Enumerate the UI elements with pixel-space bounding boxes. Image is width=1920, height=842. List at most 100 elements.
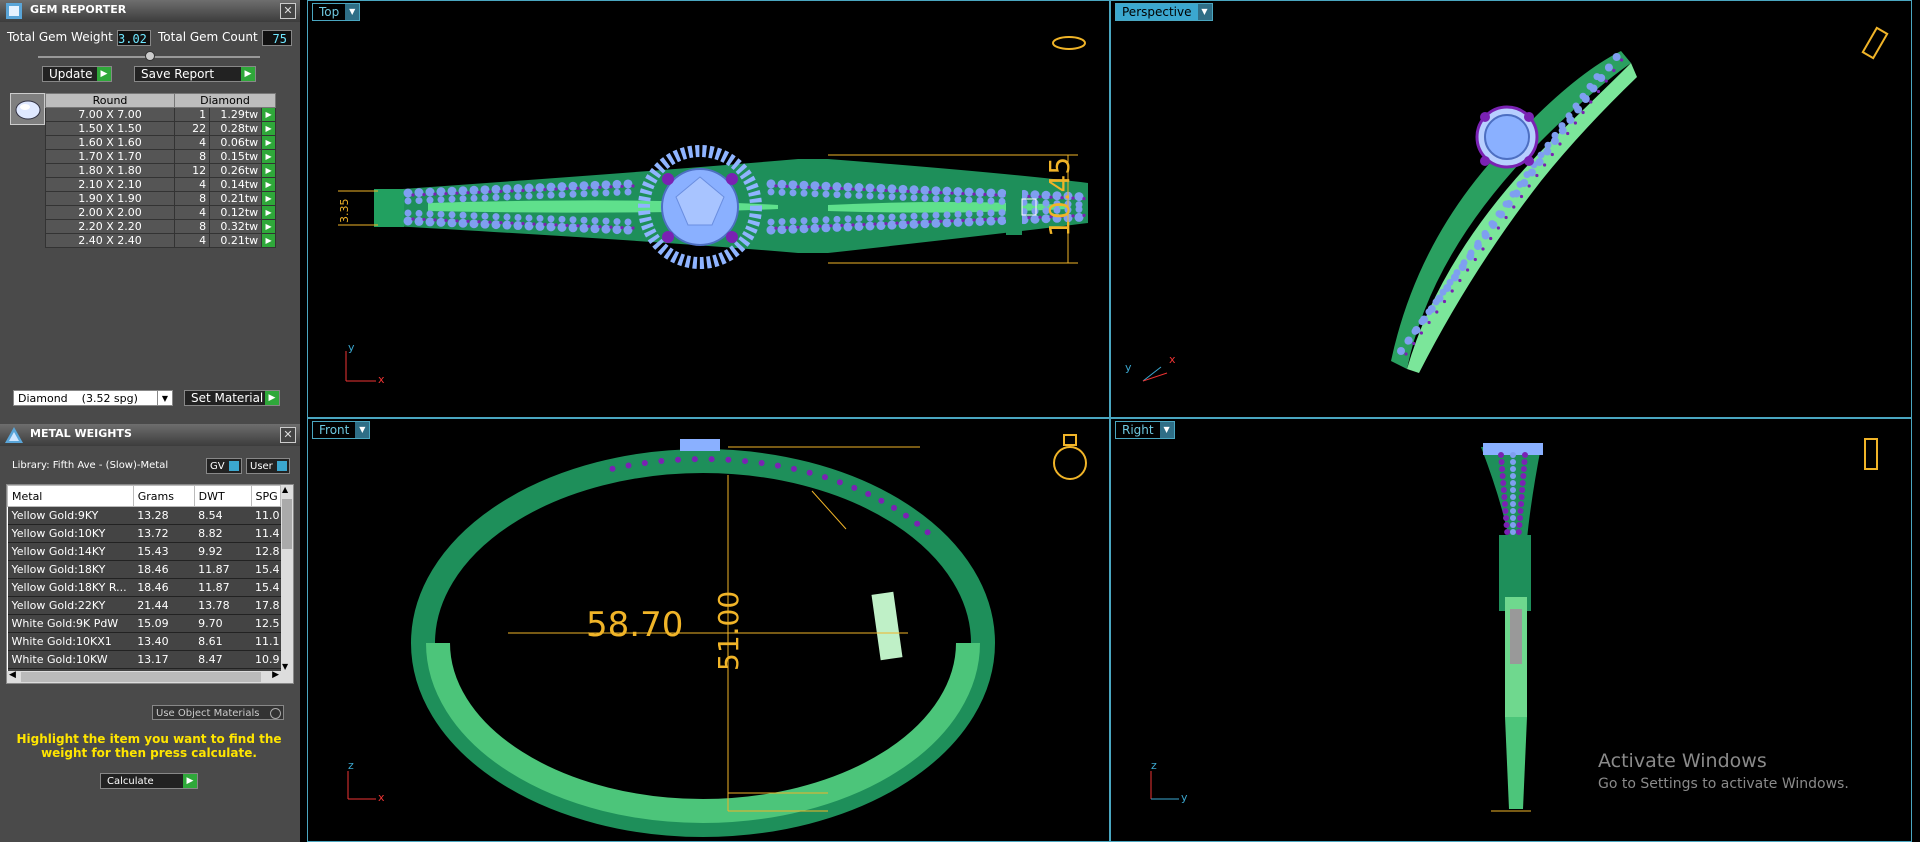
table-row[interactable]: 1.60 X 1.60 4 0.06tw ▶ <box>45 135 276 150</box>
gem-thumbnail[interactable] <box>10 93 45 125</box>
metal-grams: 15.09 <box>133 614 195 633</box>
play-icon[interactable]: ▶ <box>261 205 276 220</box>
viewport-right-label[interactable]: Right ▼ <box>1115 421 1175 439</box>
table-row[interactable]: Yellow Gold:10KY 13.72 8.82 11.4 <box>7 524 281 543</box>
col-dwt: DWT <box>193 485 252 507</box>
update-button-label: Update <box>49 67 93 81</box>
play-icon[interactable]: ▶ <box>261 219 276 234</box>
metal-dwt: 11.87 <box>194 578 251 597</box>
axis-z-label: z <box>348 759 354 772</box>
gem-size: 2.00 X 2.00 <box>45 205 175 220</box>
table-row[interactable]: White Gold:10KW 13.17 8.47 10.9 <box>7 650 281 669</box>
viewport-perspective-name: Perspective <box>1122 5 1192 19</box>
table-row[interactable]: Yellow Gold:18KY R... 18.46 11.87 15.4 <box>7 578 281 597</box>
play-icon[interactable]: ▶ <box>261 149 276 164</box>
gem-count: 1 <box>173 107 211 122</box>
table-row[interactable]: 2.20 X 2.20 8 0.32tw ▶ <box>45 219 276 234</box>
scroll-left-icon[interactable]: ◀ <box>9 670 16 680</box>
chevron-down-icon[interactable]: ▼ <box>355 422 370 438</box>
table-row[interactable]: 1.90 X 1.90 8 0.21tw ▶ <box>45 191 276 206</box>
scroll-up-icon[interactable]: ▲ <box>282 485 288 494</box>
metal-name: White Gold:10KW <box>7 650 134 669</box>
metal-grams: 18.46 <box>133 578 195 597</box>
table-row[interactable]: 7.00 X 7.00 1 1.29tw ▶ <box>45 107 276 122</box>
viewport-top-label[interactable]: Top ▼ <box>312 3 361 21</box>
play-icon[interactable]: ▶ <box>261 163 276 178</box>
axis-y-label: y <box>1125 361 1132 374</box>
gem-weight: 0.06tw <box>209 135 263 150</box>
total-gem-count-value: 75 <box>262 30 292 46</box>
table-row[interactable]: Yellow Gold:9KY 13.28 8.54 11.0 <box>7 506 281 525</box>
axis-z-label: z <box>1151 759 1157 772</box>
horizontal-scrollbar[interactable]: ◀ ▶ <box>7 670 293 683</box>
metal-weights-close-icon[interactable]: ✕ <box>280 427 296 443</box>
chevron-down-icon[interactable]: ▼ <box>1197 4 1212 20</box>
table-row[interactable]: 1.80 X 1.80 12 0.26tw ▶ <box>45 163 276 178</box>
use-object-materials-checkbox[interactable]: Use Object Materials <box>152 705 284 720</box>
play-icon[interactable]: ▶ <box>261 233 276 248</box>
gem-count: 12 <box>173 163 211 178</box>
metal-spg: 11.0 <box>251 506 281 525</box>
play-icon[interactable]: ▶ <box>261 177 276 192</box>
save-report-button[interactable]: Save Report ▶ <box>134 66 256 82</box>
metal-spg: 10.9 <box>251 650 281 669</box>
scroll-right-icon[interactable]: ▶ <box>272 670 279 680</box>
material-select[interactable]: Diamond (3.52 spg) ▼ <box>13 390 173 406</box>
gem-size: 1.60 X 1.60 <box>45 135 175 150</box>
gem-count: 8 <box>173 191 211 206</box>
user-toggle[interactable]: User <box>246 458 290 474</box>
table-row[interactable]: 2.00 X 2.00 4 0.12tw ▶ <box>45 205 276 220</box>
gem-size: 1.80 X 1.80 <box>45 163 175 178</box>
front-view-drawing <box>347 434 1087 837</box>
viewport-front-name: Front <box>319 423 350 437</box>
gem-size: 2.20 X 2.20 <box>45 219 175 234</box>
gem-count: 22 <box>173 121 211 136</box>
metal-grams: 18.46 <box>133 560 195 579</box>
chevron-down-icon[interactable]: ▼ <box>1159 422 1174 438</box>
gv-toggle[interactable]: GV <box>206 458 242 474</box>
table-row[interactable]: 2.40 X 2.40 4 0.21tw ▶ <box>45 233 276 248</box>
viewport-perspective[interactable]: y x Perspective ▼ <box>1110 0 1912 418</box>
viewport-perspective-label[interactable]: Perspective ▼ <box>1115 3 1213 21</box>
metal-dwt: 8.61 <box>194 632 251 651</box>
gem-reporter-close-icon[interactable]: ✕ <box>280 3 296 19</box>
metal-grams: 13.17 <box>133 650 195 669</box>
use-object-materials-label: Use Object Materials <box>156 708 260 719</box>
slider-handle[interactable] <box>145 51 155 61</box>
table-row[interactable]: Yellow Gold:18KY 18.46 11.87 15.4 <box>7 560 281 579</box>
scroll-down-icon[interactable]: ▼ <box>282 662 288 671</box>
play-icon[interactable]: ▶ <box>261 107 276 122</box>
table-row[interactable]: White Gold:9K PdW 15.09 9.70 12.5 <box>7 614 281 633</box>
table-row[interactable]: White Gold:10KX1 13.40 8.61 11.1 <box>7 632 281 651</box>
metal-dwt: 13.78 <box>194 596 251 615</box>
table-row[interactable]: 2.10 X 2.10 4 0.14tw ▶ <box>45 177 276 192</box>
gem-weight: 1.29tw <box>209 107 263 122</box>
viewport-front-label[interactable]: Front ▼ <box>312 421 371 439</box>
table-row[interactable]: Yellow Gold:14KY 15.43 9.92 12.8 <box>7 542 281 561</box>
viewport-top[interactable]: 10.45 3.35 y x Top ▼ <box>307 0 1110 418</box>
activate-windows-title: Activate Windows <box>1598 750 1767 772</box>
material-select-value: Diamond (3.52 spg) <box>18 392 138 405</box>
update-button[interactable]: Update ▶ <box>42 66 112 82</box>
chevron-down-icon[interactable]: ▼ <box>157 391 172 405</box>
metal-dwt: 11.87 <box>194 560 251 579</box>
play-icon[interactable]: ▶ <box>261 191 276 206</box>
vertical-scrollbar[interactable]: ▲ ▼ <box>281 485 293 671</box>
play-icon[interactable]: ▶ <box>261 135 276 150</box>
viewport-front[interactable]: 58.70 51.00 z x Front ▼ <box>307 418 1110 842</box>
set-material-button[interactable]: Set Material ▶ <box>184 390 280 406</box>
gem-weight: 0.21tw <box>209 233 263 248</box>
metal-grams: 13.40 <box>133 632 195 651</box>
table-row[interactable]: 1.70 X 1.70 8 0.15tw ▶ <box>45 149 276 164</box>
table-row[interactable]: Yellow Gold:22KY 21.44 13.78 17.8 <box>7 596 281 615</box>
calculate-button[interactable]: Calculate ▶ <box>100 773 198 789</box>
table-row[interactable]: 1.50 X 1.50 22 0.28tw ▶ <box>45 121 276 136</box>
play-icon[interactable]: ▶ <box>261 121 276 136</box>
gem-weight: 0.14tw <box>209 177 263 192</box>
chevron-down-icon[interactable]: ▼ <box>345 4 360 20</box>
center-stone <box>1484 114 1530 160</box>
total-gem-weight-value: 3.02 <box>117 30 151 46</box>
metal-spg: 12.8 <box>251 542 281 561</box>
gem-size: 1.90 X 1.90 <box>45 191 175 206</box>
col-type: Diamond <box>174 93 276 108</box>
